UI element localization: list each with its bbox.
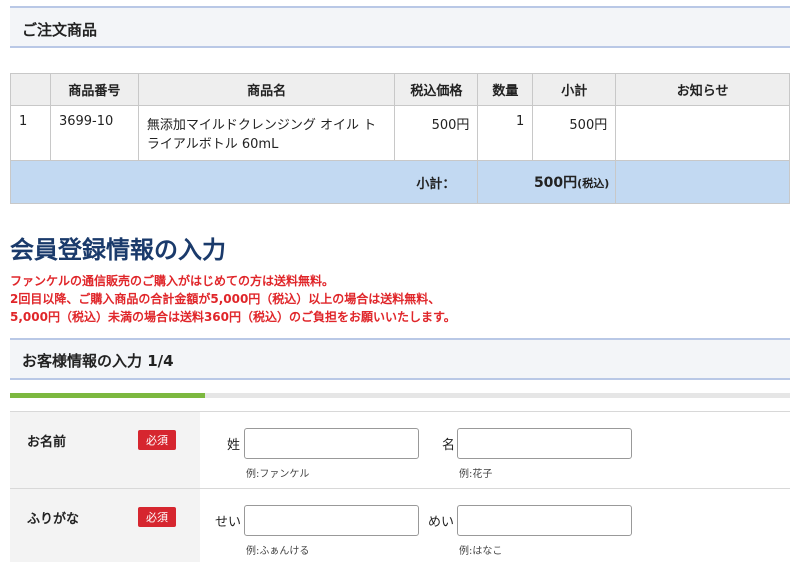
first-name-example: 例:花子 xyxy=(459,469,493,480)
row-index: 1 xyxy=(10,105,51,161)
progress-bar xyxy=(10,393,790,398)
name-label: お名前 xyxy=(27,435,67,450)
progress-fill xyxy=(10,393,205,398)
col-header-qty: 数量 xyxy=(477,73,534,106)
col-header-index xyxy=(10,73,51,106)
last-kana-example: 例:ふぁんける xyxy=(246,546,310,557)
notice-line: ファンケルの通信販売のご購入がはじめての方は送料無料。 xyxy=(10,274,335,288)
first-kana-label: めい xyxy=(428,515,455,530)
last-kana-label: せい xyxy=(215,515,242,530)
registration-heading: 会員登録情報の入力 xyxy=(10,236,226,264)
shipping-notice: ファンケルの通信販売のご購入がはじめての方は送料無料。 2回目以降、ご購入商品の… xyxy=(10,272,456,326)
product-notice xyxy=(615,105,790,161)
kana-label: ふりがな xyxy=(27,512,80,527)
first-name-label: 名 xyxy=(442,438,456,453)
last-kana-input[interactable] xyxy=(244,505,419,536)
notice-line: 2回目以降、ご購入商品の合計金額が5,000円（税込）以上の場合は送料無料、 xyxy=(10,292,441,306)
col-header-notice: お知らせ xyxy=(615,73,790,106)
col-header-code: 商品番号 xyxy=(49,73,139,106)
subtotal-value: 500円 xyxy=(533,175,578,191)
last-name-label: 姓 xyxy=(227,438,241,453)
first-kana-input[interactable] xyxy=(457,505,632,536)
order-table-header-row: 商品番号 商品名 税込価格 数量 小計 お知らせ xyxy=(10,73,790,106)
name-row: お名前 必須 姓 例:ファンケル 名 例:花子 xyxy=(10,411,790,488)
table-row: 1 3699-10 無添加マイルドクレンジング オイル トライアルボトル 60m… xyxy=(10,105,790,161)
col-header-subtotal: 小計 xyxy=(532,73,617,106)
required-badge: 必須 xyxy=(138,430,176,450)
product-code: 3699-10 xyxy=(49,105,139,161)
product-subtotal: 500円 xyxy=(532,105,617,161)
last-name-example: 例:ファンケル xyxy=(246,469,310,480)
subtotal-tax: (税込) xyxy=(577,177,610,190)
customer-section-header: お客様情報の入力 1/4 xyxy=(10,338,790,380)
product-price: 500円 xyxy=(394,105,479,161)
col-header-name: 商品名 xyxy=(137,73,396,106)
product-qty: 1 xyxy=(477,105,534,161)
subtotal-row: 小計： 500円(税込) xyxy=(9,160,790,204)
notice-line: 5,000円（税込）未満の場合は送料360円（税込）のご負担をお願いいたします。 xyxy=(10,310,456,324)
kana-row: ふりがな 必須 せい 例:ふぁんける めい 例:はなこ xyxy=(10,488,790,562)
order-table: 商品番号 商品名 税込価格 数量 小計 お知らせ 1 3699-10 無添加マイ… xyxy=(9,73,790,204)
last-name-input[interactable] xyxy=(244,428,419,459)
product-name: 無添加マイルドクレンジング オイル トライアルボトル 60mL xyxy=(137,105,396,161)
first-kana-example: 例:はなこ xyxy=(459,546,503,557)
first-name-input[interactable] xyxy=(457,428,632,459)
order-section-header: ご注文商品 xyxy=(10,6,790,48)
order-section-title: ご注文商品 xyxy=(22,21,98,39)
customer-section-title: お客様情報の入力 1/4 xyxy=(22,352,174,370)
col-header-price: 税込価格 xyxy=(394,73,479,106)
required-badge: 必須 xyxy=(138,507,176,527)
subtotal-label: 小計： xyxy=(9,160,479,204)
